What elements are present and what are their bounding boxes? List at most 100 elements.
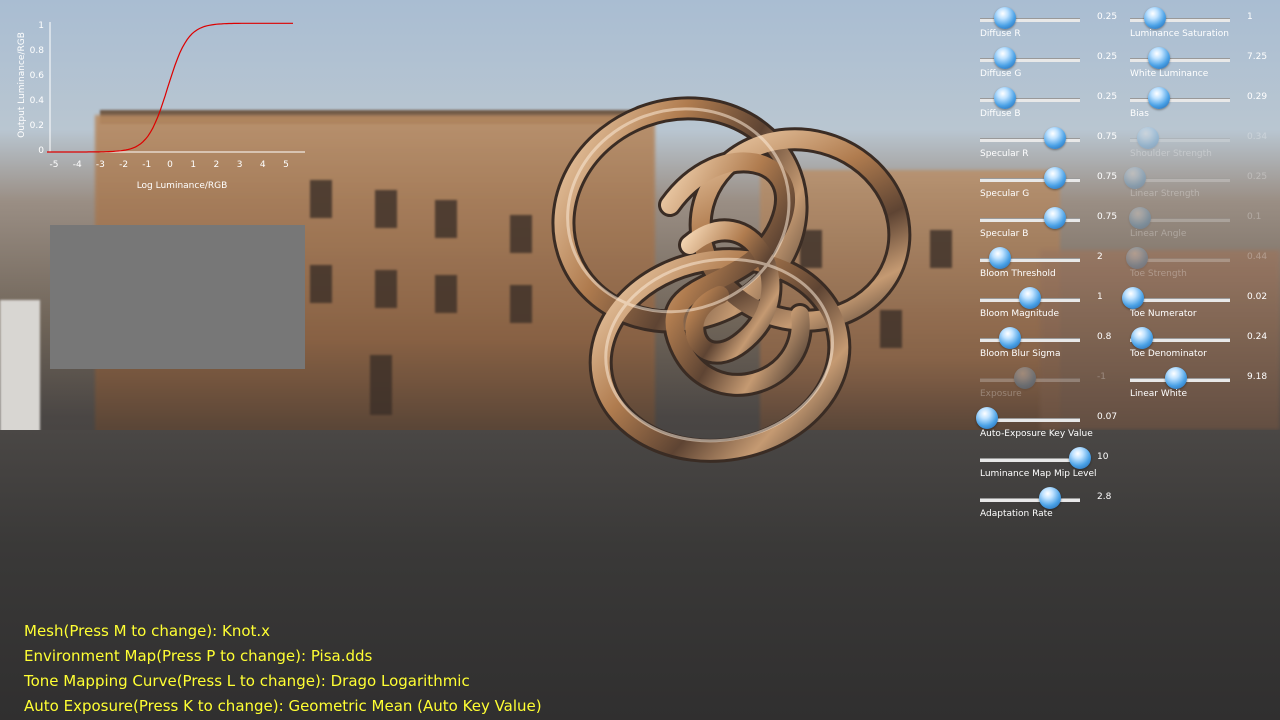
slider-thumb — [1129, 207, 1151, 229]
x-tick-label: -1 — [142, 160, 151, 170]
window — [510, 285, 532, 323]
slider-bloom-magnitude[interactable]: 1 Bloom Magnitude — [980, 285, 1145, 319]
slider-value: 1 — [1097, 292, 1103, 302]
slider-toe-numerator[interactable]: 0.02 Toe Numerator — [1122, 285, 1280, 319]
slider-value: 0.34 — [1247, 132, 1268, 142]
slider-value: 0.44 — [1247, 252, 1268, 262]
slider-label: Linear Angle — [1130, 229, 1187, 239]
slider-specular-b[interactable]: 0.75 Specular B — [980, 205, 1145, 239]
slider-track[interactable] — [980, 338, 1080, 342]
tone-curve-line — [47, 22, 293, 153]
slider-auto-exposure-key-value[interactable]: 0.07 Auto-Exposure Key Value — [976, 405, 1145, 439]
slider-track[interactable] — [980, 458, 1080, 462]
slider-value: 0.75 — [1097, 212, 1118, 222]
slider-specular-r[interactable]: 0.75 Specular R — [980, 125, 1145, 159]
slider-thumb[interactable] — [999, 327, 1021, 349]
slider-thumb — [1014, 367, 1036, 389]
slider-thumb[interactable] — [1165, 367, 1187, 389]
y-tick-label: 0.8 — [30, 46, 45, 56]
slider-thumb[interactable] — [1044, 207, 1066, 229]
slider-thumb[interactable] — [1044, 167, 1066, 189]
slider-label: Toe Strength — [1130, 269, 1187, 279]
slider-label: Exposure — [980, 389, 1022, 399]
slider-label: Bloom Threshold — [980, 269, 1056, 279]
slider-value: 0.24 — [1247, 332, 1268, 342]
slider-thumb[interactable] — [1039, 487, 1061, 509]
slider-label: Diffuse B — [980, 109, 1021, 119]
slider-value: 10 — [1097, 452, 1109, 462]
slider-thumb[interactable] — [1019, 287, 1041, 309]
slider-thumb[interactable] — [989, 247, 1011, 269]
slider-thumb — [1126, 247, 1148, 269]
auto-exposure-status: Auto Exposure(Press K to change): Geomet… — [24, 697, 542, 715]
slider-thumb[interactable] — [1148, 87, 1170, 109]
slider-linear-strength: 0.25 Linear Strength — [1124, 165, 1280, 199]
x-tick-label: -4 — [73, 160, 82, 170]
slider-thumb[interactable] — [1148, 47, 1170, 69]
environment-map-status: Environment Map(Press P to change): Pisa… — [24, 647, 373, 665]
slider-label: Luminance Saturation — [1130, 29, 1230, 39]
slider-value: 0.75 — [1097, 172, 1118, 182]
slider-value: 0.25 — [1247, 172, 1268, 182]
y-tick-label: 1 — [38, 21, 44, 31]
slider-diffuse-g[interactable]: 0.25 Diffuse G — [980, 45, 1145, 79]
slider-toe-strength: 0.44 Toe Strength — [1126, 245, 1280, 279]
slider-specular-g[interactable]: 0.75 Specular G — [980, 165, 1145, 199]
slider-luminance-map-mip-level[interactable]: 10 Luminance Map Mip Level — [980, 445, 1145, 479]
x-tick-label: 3 — [237, 160, 243, 170]
slider-diffuse-r[interactable]: 0.25 Diffuse R — [980, 5, 1145, 39]
slider-label: Specular G — [980, 189, 1030, 199]
y-tick-label: 0 — [38, 146, 44, 156]
slider-label: Shoulder Strength — [1130, 149, 1212, 159]
slider-track[interactable] — [1130, 98, 1230, 102]
status-panel: Mesh(Press M to change): Knot.x Environm… — [24, 620, 542, 720]
slider-label: Linear Strength — [1130, 189, 1200, 199]
door — [370, 355, 392, 415]
slider-label: Adaptation Rate — [980, 509, 1053, 519]
slider-bias[interactable]: 0.29 Bias — [1130, 85, 1280, 119]
slider-bloom-blur-sigma[interactable]: 0.8 Bloom Blur Sigma — [980, 325, 1145, 359]
slider-thumb[interactable] — [1122, 287, 1144, 309]
slider-linear-white[interactable]: 9.18 Linear White — [1130, 365, 1280, 399]
x-tick-label: 1 — [190, 160, 196, 170]
slider-thumb[interactable] — [976, 407, 998, 429]
slider-thumb — [1137, 127, 1159, 149]
slider-exposure: -1 Exposure — [980, 365, 1145, 399]
x-tick-label: -5 — [50, 160, 59, 170]
slider-bloom-threshold[interactable]: 2 Bloom Threshold — [980, 245, 1145, 279]
window — [510, 215, 532, 253]
window — [310, 265, 332, 303]
slider-label: Linear White — [1130, 389, 1188, 399]
y-axis-label: Output Luminance/RGB — [17, 32, 27, 138]
slider-track[interactable] — [1130, 58, 1230, 62]
slider-white-luminance[interactable]: 7.25 White Luminance — [1130, 45, 1280, 79]
slider-thumb[interactable] — [994, 87, 1016, 109]
slider-toe-denominator[interactable]: 0.24 Toe Denominator — [1130, 325, 1280, 359]
slider-thumb[interactable] — [1131, 327, 1153, 349]
slider-label: Bloom Blur Sigma — [980, 349, 1061, 359]
slider-value: 2 — [1097, 252, 1103, 262]
slider-thumb[interactable] — [994, 7, 1016, 29]
slider-thumb[interactable] — [1044, 127, 1066, 149]
window — [375, 190, 397, 228]
slider-label: Diffuse R — [980, 29, 1021, 39]
mesh-status: Mesh(Press M to change): Knot.x — [24, 622, 271, 640]
slider-track[interactable] — [980, 498, 1080, 502]
slider-label: Toe Numerator — [1130, 309, 1197, 319]
slider-label: Luminance Map Mip Level — [980, 469, 1097, 479]
slider-value: 0.07 — [1097, 412, 1118, 422]
slider-value: 0.8 — [1097, 332, 1112, 342]
y-tick-labels: 1 0.8 0.6 0.4 0.2 0 — [30, 21, 45, 156]
slider-thumb[interactable] — [994, 47, 1016, 69]
slider-luminance-saturation[interactable]: 1 Luminance Saturation — [1130, 5, 1280, 39]
slider-track[interactable] — [1130, 298, 1230, 302]
slider-thumb[interactable] — [1069, 447, 1091, 469]
slider-diffuse-b[interactable]: 0.25 Diffuse B — [980, 85, 1145, 119]
slider-value: 0.29 — [1247, 92, 1268, 102]
slider-value: 0.25 — [1097, 92, 1118, 102]
y-tick-label: 0.4 — [30, 96, 45, 106]
slider-adaptation-rate[interactable]: 2.8 Adaptation Rate — [980, 485, 1145, 519]
slider-label: Auto-Exposure Key Value — [980, 429, 1093, 439]
slider-label: Diffuse G — [980, 69, 1022, 79]
slider-thumb[interactable] — [1144, 7, 1166, 29]
